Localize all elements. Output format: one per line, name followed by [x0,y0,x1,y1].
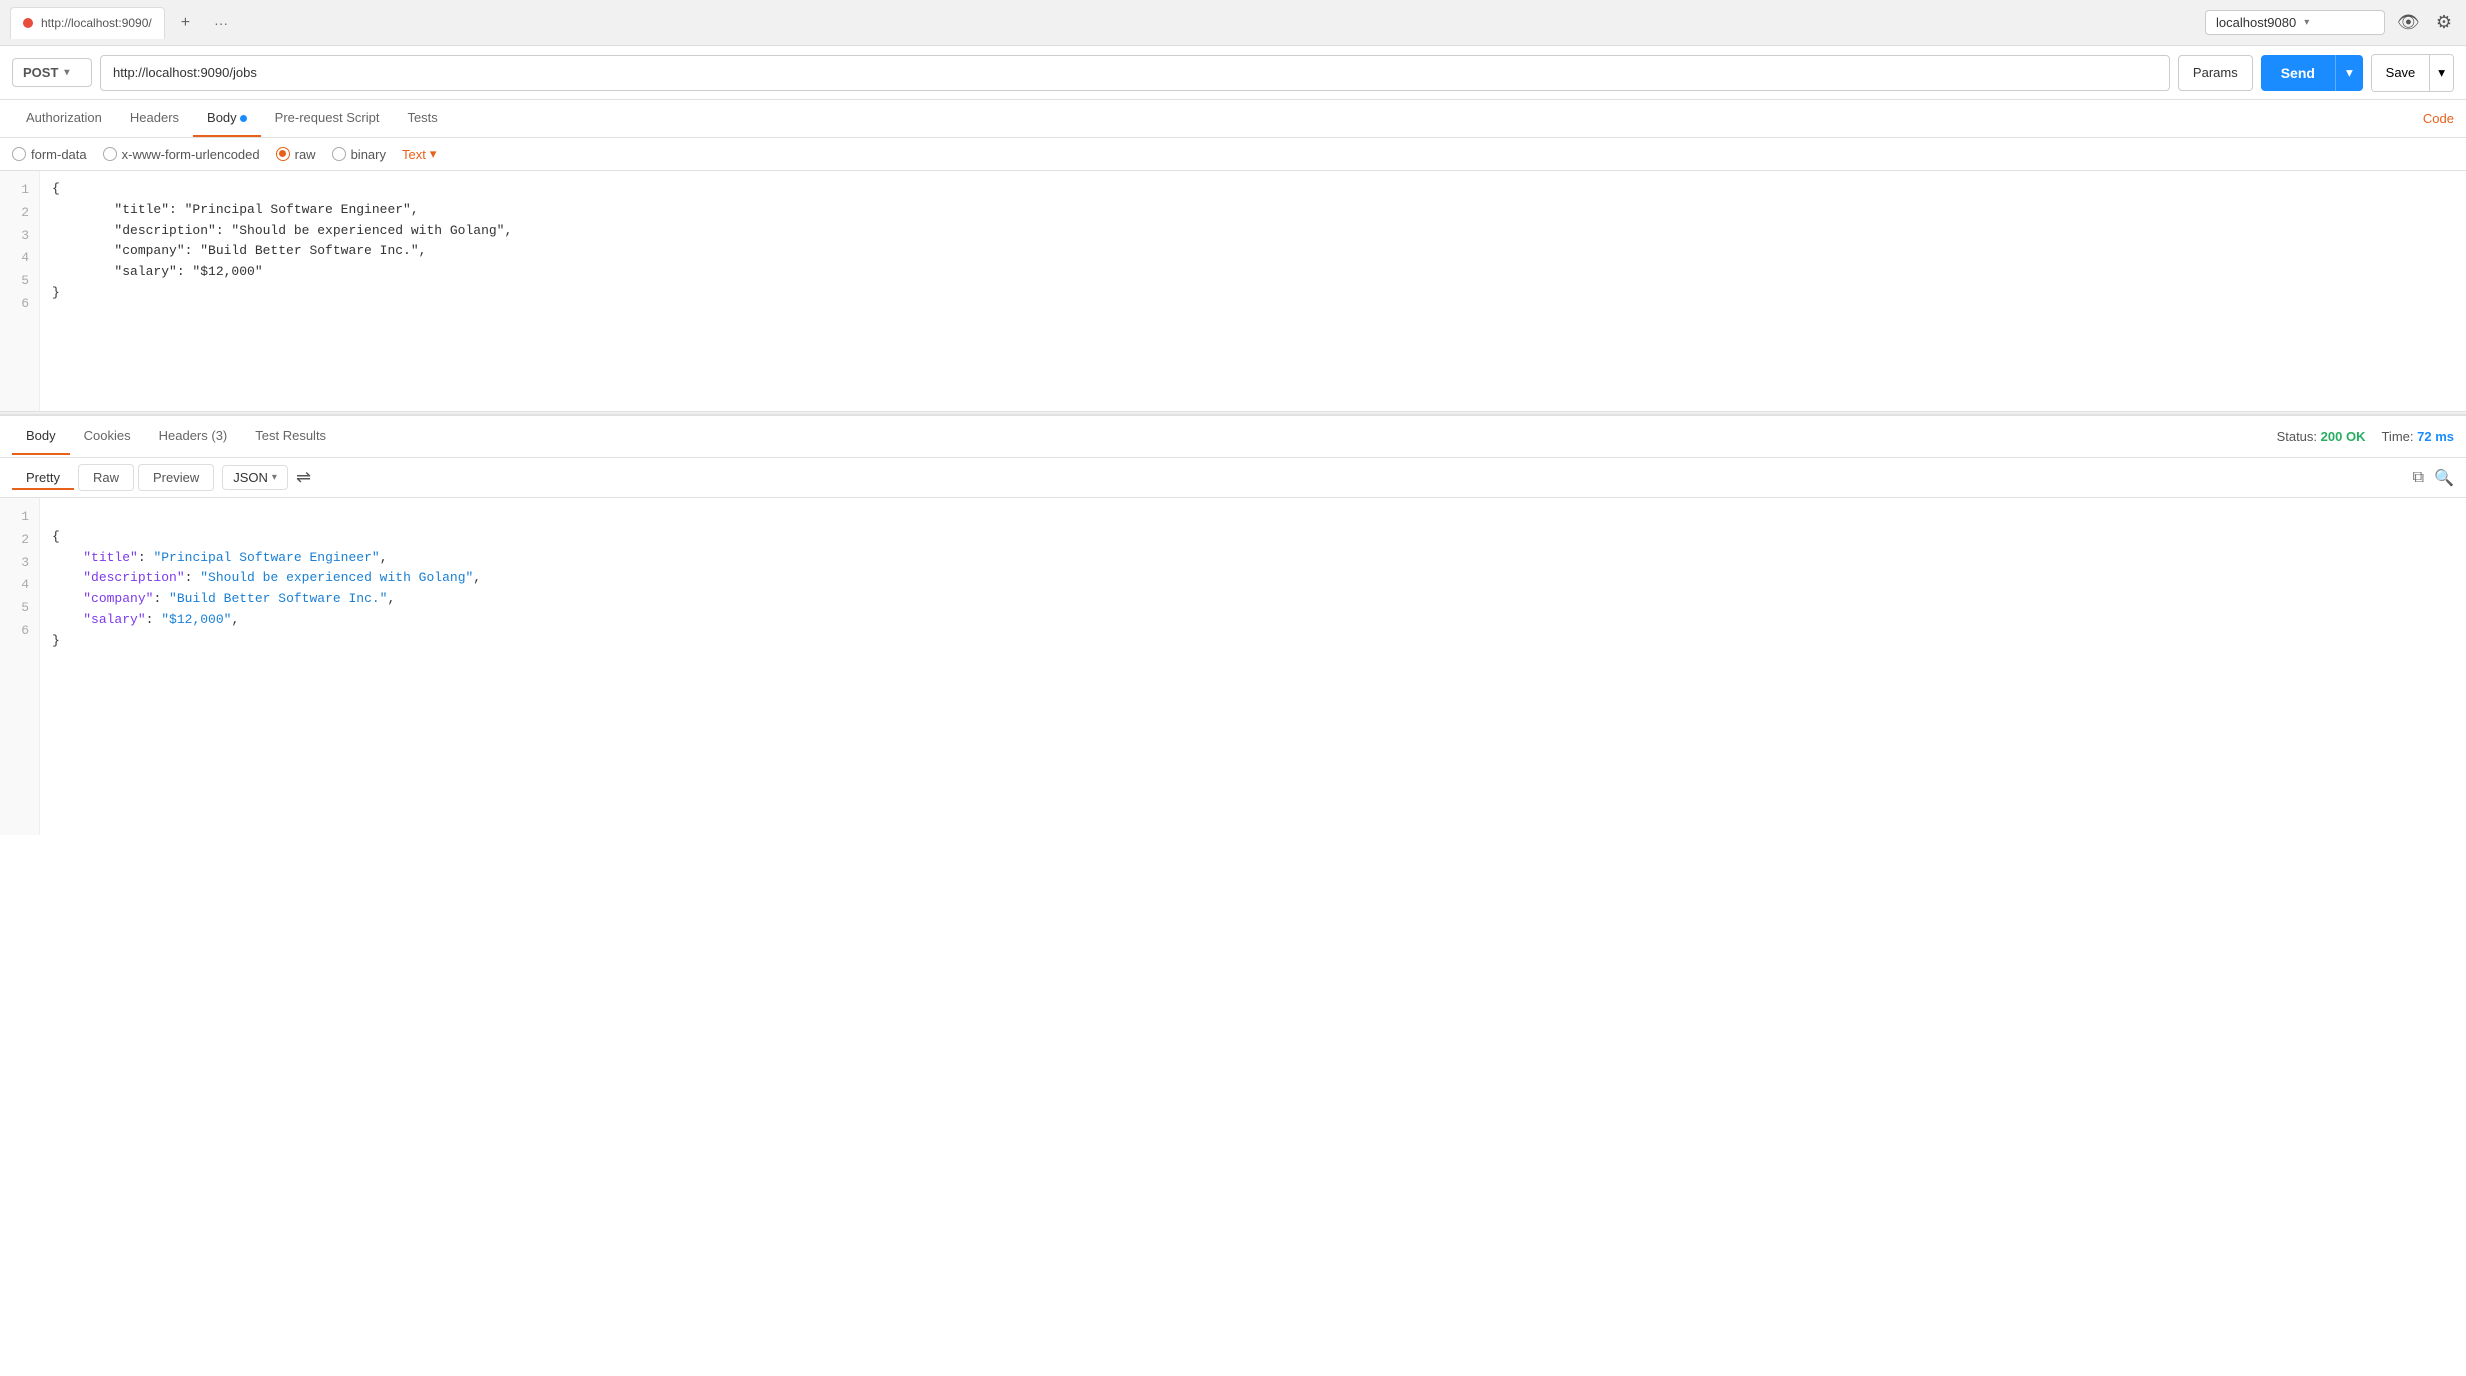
response-tabs-bar: Body Cookies Headers (3) Test Results St… [0,416,2466,458]
json-format-dropdown[interactable]: JSON ▾ [222,465,288,490]
binary-option[interactable]: binary [332,147,386,162]
save-dropdown-button[interactable]: ▾ [2429,55,2453,91]
body-options: form-data x-www-form-urlencoded raw bina… [0,138,2466,171]
response-actions: ⧉ 🔍 [2413,468,2454,488]
response-tab-headers[interactable]: Headers (3) [145,418,242,455]
tab-headers[interactable]: Headers [116,100,193,137]
params-button[interactable]: Params [2178,55,2253,91]
request-code-content[interactable]: { "title": "Principal Software Engineer"… [40,171,2466,411]
method-dropdown[interactable]: POST ▾ [12,58,92,87]
time-value: 72 ms [2417,429,2454,444]
tab-tests[interactable]: Tests [393,100,451,137]
save-button[interactable]: Save [2372,55,2430,91]
tab-authorization[interactable]: Authorization [12,100,116,137]
method-text: POST [23,65,58,80]
active-tab[interactable]: http://localhost:9090/ [10,7,165,39]
line-numbers: 1 2 3 4 5 6 [0,171,40,411]
send-chevron-icon: ▾ [2346,65,2353,80]
view-tab-pretty[interactable]: Pretty [12,465,74,490]
browser-bar: http://localhost:9090/ + ··· localhost90… [0,0,2466,46]
new-tab-button[interactable]: + [173,10,198,36]
save-chevron-icon: ▾ [2438,65,2445,80]
urlencoded-radio[interactable] [103,147,117,161]
response-status: Status: 200 OK Time: 72 ms [2277,429,2454,444]
response-tab-test-results[interactable]: Test Results [241,418,340,455]
request-tabs: Authorization Headers Body Pre-request S… [0,100,2466,138]
text-format-dropdown[interactable]: Text ▾ [402,146,436,162]
save-button-group: Save ▾ [2371,54,2454,92]
copy-response-button[interactable]: ⧉ [2413,468,2424,488]
raw-option[interactable]: raw [276,147,316,162]
more-tabs-button[interactable]: ··· [206,11,236,35]
status-value: 200 OK [2321,429,2366,444]
response-section: Body Cookies Headers (3) Test Results St… [0,415,2466,835]
view-tab-preview[interactable]: Preview [138,464,214,491]
send-button[interactable]: Send [2261,55,2335,91]
send-dropdown-button[interactable]: ▾ [2335,55,2363,91]
text-format-chevron-icon: ▾ [430,146,437,162]
eye-icon-button[interactable]: 👁 [2393,8,2424,37]
urlencoded-option[interactable]: x-www-form-urlencoded [103,147,260,162]
settings-icon-button[interactable]: ⚙ [2432,8,2456,37]
tab-pre-request-script[interactable]: Pre-request Script [261,100,394,137]
response-view-bar: Pretty Raw Preview JSON ▾ ⇌ ⧉ 🔍 [0,458,2466,498]
json-chevron-icon: ▾ [272,472,277,483]
code-link[interactable]: Code [2423,101,2454,136]
response-code-viewer: 1 2 3 4 5 6 { "title": "Principal Softwa… [0,498,2466,835]
postman-toolbar: POST ▾ Params Send ▾ Save ▾ [0,46,2466,100]
request-body-editor[interactable]: 1 2 3 4 5 6 { "title": "Principal Softwa… [0,171,2466,411]
address-dropdown[interactable]: localhost9080 ▾ [2205,10,2385,35]
form-data-radio[interactable] [12,147,26,161]
form-data-option[interactable]: form-data [12,147,87,162]
response-tab-body[interactable]: Body [12,418,70,455]
tab-url: http://localhost:9090/ [41,16,152,30]
search-response-button[interactable]: 🔍 [2434,468,2454,488]
tab-body[interactable]: Body [193,100,261,137]
tab-dot [23,18,33,28]
raw-radio[interactable] [276,147,290,161]
response-line-numbers: 1 2 3 4 5 6 [0,498,40,835]
send-button-group: Send ▾ [2261,55,2363,91]
body-tab-dot [240,115,247,122]
response-tab-cookies[interactable]: Cookies [70,418,145,455]
dropdown-chevron-icon: ▾ [2304,17,2309,28]
browser-right: localhost9080 ▾ 👁 ⚙ [2205,8,2456,37]
url-input[interactable] [100,55,2170,91]
method-chevron-icon: ▾ [64,67,69,78]
view-tab-raw[interactable]: Raw [78,464,134,491]
wrap-icon[interactable]: ⇌ [296,467,311,488]
response-code-content: { "title": "Principal Software Engineer"… [40,498,2466,835]
binary-radio[interactable] [332,147,346,161]
